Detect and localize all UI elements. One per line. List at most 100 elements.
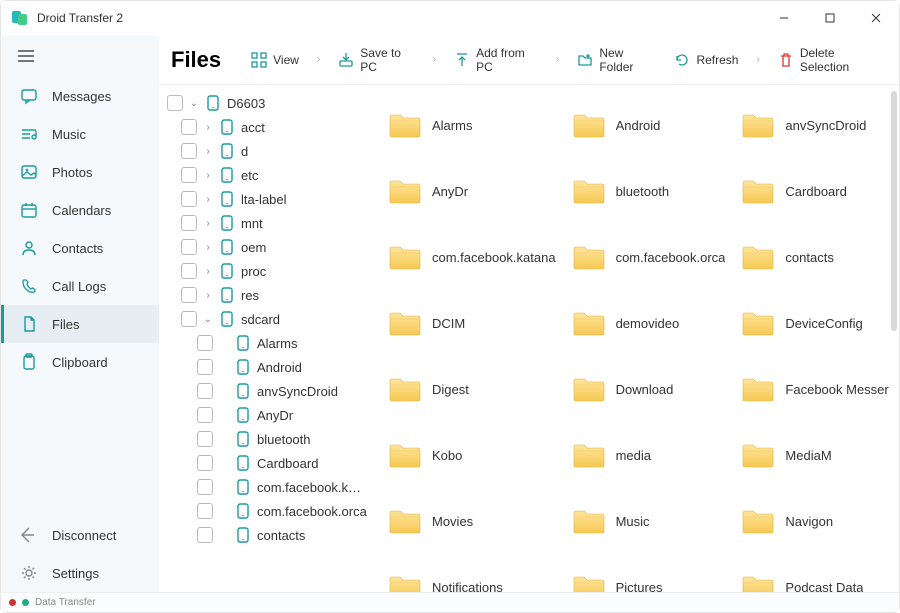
tree-row[interactable]: ›acct [165, 115, 370, 139]
add-from-pc-button[interactable]: Add from PC [446, 40, 546, 80]
tree-row[interactable]: com.facebook.orca [165, 499, 370, 523]
folder-item[interactable]: contacts [735, 225, 895, 289]
new-folder-button[interactable]: New Folder [569, 40, 662, 80]
checkbox[interactable] [181, 215, 197, 231]
checkbox[interactable] [181, 143, 197, 159]
expand-icon[interactable]: ⌄ [189, 98, 199, 109]
folder-item[interactable]: anvSyncDroid [735, 93, 895, 157]
folder-item[interactable]: demovideo [566, 291, 732, 355]
tree-label: AnyDr [257, 408, 293, 423]
checkbox[interactable] [197, 383, 213, 399]
folder-item[interactable]: bluetooth [566, 159, 732, 223]
folder-item[interactable]: MediaM [735, 423, 895, 487]
checkbox[interactable] [197, 503, 213, 519]
folder-item[interactable]: Podcast Data [735, 555, 895, 592]
expand-icon[interactable]: › [203, 242, 213, 253]
folder-item[interactable]: DCIM [382, 291, 562, 355]
tree-row[interactable]: Cardboard [165, 451, 370, 475]
folder-item[interactable]: AnyDr [382, 159, 562, 223]
checkbox[interactable] [181, 119, 197, 135]
sidebar-item-music[interactable]: Music [1, 115, 159, 153]
view-button[interactable]: View [243, 46, 307, 74]
sidebar-item-settings[interactable]: Settings [1, 554, 159, 592]
tree-row[interactable]: Alarms [165, 331, 370, 355]
folder-item[interactable]: DeviceConfig [735, 291, 895, 355]
window-minimize-button[interactable] [761, 1, 807, 35]
checkbox[interactable] [197, 455, 213, 471]
tree-row[interactable]: ›proc [165, 259, 370, 283]
folder-item[interactable]: Digest [382, 357, 562, 421]
folder-item[interactable]: Download [566, 357, 732, 421]
folder-item[interactable]: Music [566, 489, 732, 553]
tree-row[interactable]: Android [165, 355, 370, 379]
tree-row[interactable]: anvSyncDroid [165, 379, 370, 403]
checkbox[interactable] [197, 359, 213, 375]
checkbox[interactable] [181, 191, 197, 207]
expand-icon[interactable]: › [203, 170, 213, 181]
folder-item[interactable]: Navigon [735, 489, 895, 553]
folder-icon [388, 111, 422, 139]
sidebar-item-call-logs[interactable]: Call Logs [1, 267, 159, 305]
expand-icon[interactable]: › [203, 122, 213, 133]
expand-icon[interactable]: › [203, 290, 213, 301]
checkbox[interactable] [181, 311, 197, 327]
expand-icon[interactable]: › [203, 266, 213, 277]
tree-row[interactable]: com.facebook.katana [165, 475, 370, 499]
checkbox[interactable] [181, 239, 197, 255]
refresh-button[interactable]: Refresh [666, 46, 746, 74]
folder-item[interactable]: Movies [382, 489, 562, 553]
tree-row[interactable]: ›mnt [165, 211, 370, 235]
expand-icon[interactable]: › [203, 194, 213, 205]
sidebar-item-photos[interactable]: Photos [1, 153, 159, 191]
tree-row[interactable]: ›res [165, 283, 370, 307]
expand-icon[interactable]: ⌄ [203, 314, 213, 325]
folder-item[interactable]: com.facebook.katana [382, 225, 562, 289]
folder-item[interactable]: Kobo [382, 423, 562, 487]
checkbox[interactable] [167, 95, 183, 111]
tree-row[interactable]: ›oem [165, 235, 370, 259]
hamburger-button[interactable] [1, 41, 159, 77]
folder-item[interactable]: Notifications [382, 555, 562, 592]
folder-item[interactable]: Pictures [566, 555, 732, 592]
checkbox[interactable] [197, 335, 213, 351]
window-close-button[interactable] [853, 1, 899, 35]
checkbox[interactable] [181, 167, 197, 183]
tree-row[interactable]: ›lta-label [165, 187, 370, 211]
tree-row[interactable]: ›etc [165, 163, 370, 187]
sidebar-item-contacts[interactable]: Contacts [1, 229, 159, 267]
tree-row[interactable]: ⌄sdcard [165, 307, 370, 331]
scrollbar[interactable] [891, 91, 897, 331]
window-maximize-button[interactable] [807, 1, 853, 35]
expand-icon[interactable]: › [203, 146, 213, 157]
tree-row[interactable]: ⌄D6603 [165, 91, 370, 115]
folder-item[interactable]: Facebook Messer [735, 357, 895, 421]
delete-selection-button[interactable]: Delete Selection [770, 40, 887, 80]
sidebar-item-files[interactable]: Files [1, 305, 159, 343]
checkbox[interactable] [197, 407, 213, 423]
upload-icon [454, 52, 470, 68]
sidebar-item-messages[interactable]: Messages [1, 77, 159, 115]
save-to-pc-button[interactable]: Save to PC [330, 40, 422, 80]
checkbox[interactable] [197, 431, 213, 447]
folder-label: Digest [432, 382, 469, 397]
sidebar-item-calendars[interactable]: Calendars [1, 191, 159, 229]
expand-icon[interactable]: › [203, 218, 213, 229]
folder-item[interactable]: com.facebook.orca [566, 225, 732, 289]
checkbox[interactable] [181, 287, 197, 303]
folder-item[interactable]: Alarms [382, 93, 562, 157]
sidebar-item-disconnect[interactable]: Disconnect [1, 516, 159, 554]
folder-item[interactable]: media [566, 423, 732, 487]
tree-row[interactable]: AnyDr [165, 403, 370, 427]
checkbox[interactable] [197, 479, 213, 495]
folder-item[interactable]: Android [566, 93, 732, 157]
tree-label: Android [257, 360, 302, 375]
folder-item[interactable]: Cardboard [735, 159, 895, 223]
tree-row[interactable]: bluetooth [165, 427, 370, 451]
tree-row[interactable]: contacts [165, 523, 370, 547]
chevron-right-icon: › [550, 54, 565, 65]
tree-row[interactable]: ›d [165, 139, 370, 163]
view-label: View [273, 53, 299, 67]
checkbox[interactable] [197, 527, 213, 543]
checkbox[interactable] [181, 263, 197, 279]
sidebar-item-clipboard[interactable]: Clipboard [1, 343, 159, 381]
